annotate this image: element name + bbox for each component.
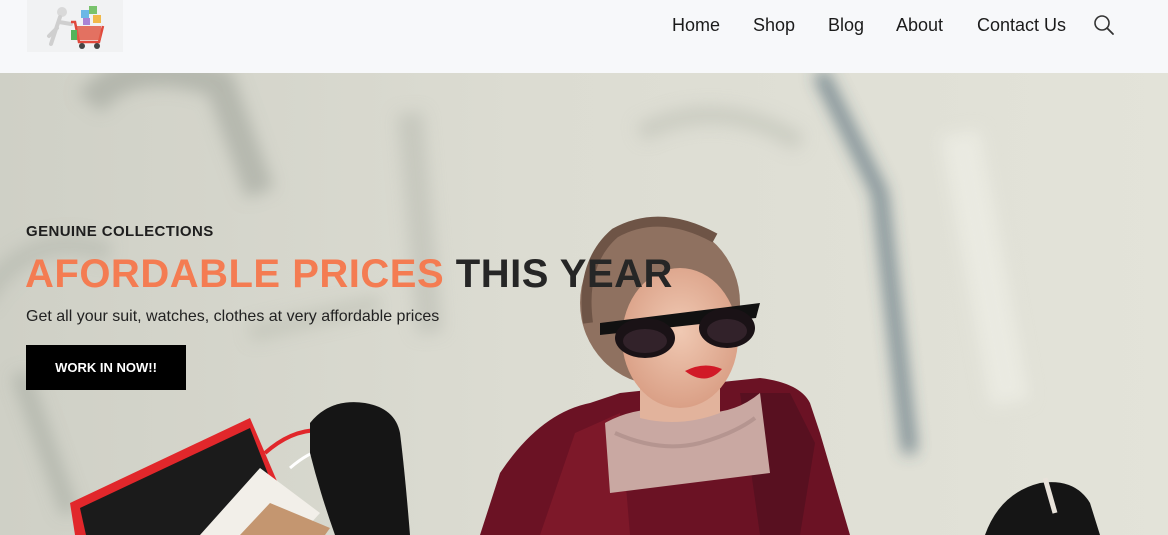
site-header: Home Shop Blog About Contact Us [0, 0, 1168, 73]
hero-kicker: GENUINE COLLECTIONS [26, 223, 214, 240]
nav-home[interactable]: Home [672, 13, 720, 37]
nav-shop[interactable]: Shop [753, 13, 795, 37]
hero-banner: GENUINE COLLECTIONS AFORDABLE PRICES THI… [0, 73, 1168, 535]
hero-headline-accent: AFORDABLE PRICES [25, 252, 445, 296]
nav-contact-us[interactable]: Contact Us [977, 13, 1066, 37]
hero-subtext: Get all your suit, watches, clothes at v… [26, 308, 440, 325]
search-icon[interactable] [1093, 14, 1115, 36]
nav-about[interactable]: About [896, 13, 943, 37]
nav-blog[interactable]: Blog [828, 13, 864, 37]
hero-headline: AFORDABLE PRICES THIS YEAR [25, 251, 673, 297]
main-nav: Home Shop Blog About Contact Us [0, 13, 1168, 37]
hero-headline-dark: THIS YEAR [455, 252, 673, 296]
hero-background-image [0, 73, 1168, 535]
work-in-now-button[interactable]: WORK IN NOW!! [26, 345, 186, 390]
